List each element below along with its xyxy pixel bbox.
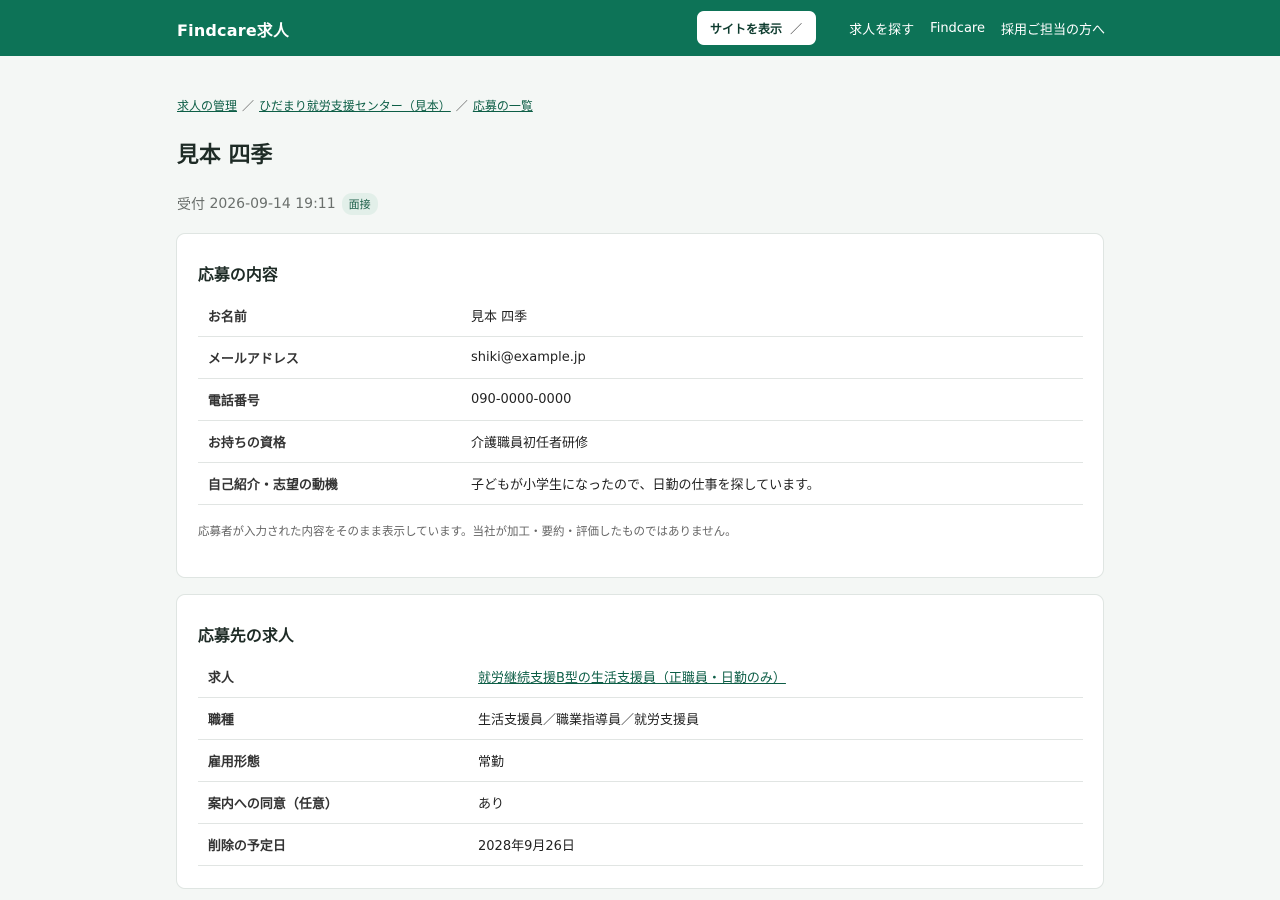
table-row: 自己紹介・志望の動機 子どもが小学生になったので、日勤の仕事を探しています。 (198, 463, 1083, 505)
row-label: 求人 (208, 671, 235, 686)
table-row: 職種 生活支援員／職業指導員／就労支援員 (198, 698, 1083, 740)
application-details-card: 応募の内容 お名前 見本 四季 メールアドレス shiki@example.jp… (176, 233, 1104, 578)
row-label: お持ちの資格 (208, 436, 287, 451)
table-row: お持ちの資格 介護職員初任者研修 (198, 421, 1083, 463)
row-value: 090-0000-0000 (471, 392, 572, 407)
section-title: 応募先の求人 (198, 626, 295, 645)
row-label: 雇用形態 (208, 755, 261, 770)
nav-findcare[interactable]: Findcare (930, 21, 985, 36)
breadcrumb-facility[interactable]: ひだまり就労支援センター（見本） (259, 99, 451, 113)
breadcrumb-job-management[interactable]: 求人の管理 (177, 99, 237, 113)
status-badge: 面接 (341, 193, 378, 215)
row-value: あり (478, 797, 505, 812)
row-value: 生活支援員／職業指導員／就労支援員 (478, 713, 700, 728)
application-details-table: お名前 見本 四季 メールアドレス shiki@example.jp 電話番号 … (198, 295, 1083, 505)
received-meta: 受付 2026-09-14 19:11 面接 (177, 193, 378, 215)
breadcrumb-separator: ／ (455, 99, 468, 113)
view-site-label: サイトを表示 (710, 21, 783, 36)
row-value: shiki@example.jp (471, 350, 586, 365)
view-site-button[interactable]: サイトを表示 ／ (697, 11, 817, 45)
table-row: 削除の予定日 2028年9月26日 (198, 824, 1083, 866)
breadcrumb-separator: ／ (242, 99, 255, 113)
row-value: 介護職員初任者研修 (471, 436, 589, 451)
table-row: 求人 就労継続支援B型の生活支援員（正職員・日勤のみ） (198, 656, 1083, 698)
row-value: 子どもが小学生になったので、日勤の仕事を探しています。 (471, 478, 820, 493)
top-navbar: Findcare求人 サイトを表示 ／ 求人を探す Findcare 採用ご担当… (0, 0, 1280, 56)
nav-for-employers[interactable]: 採用ご担当の方へ (1001, 19, 1105, 38)
nav-find-jobs[interactable]: 求人を探す (849, 19, 914, 38)
row-label: 案内への同意（任意） (208, 797, 339, 812)
table-row: 案内への同意（任意） あり (198, 782, 1083, 824)
row-value: 見本 四季 (471, 310, 528, 325)
row-label: 削除の予定日 (208, 839, 287, 854)
table-row: 電話番号 090-0000-0000 (198, 379, 1083, 421)
row-value: 2028年9月26日 (478, 839, 575, 854)
applied-job-table: 求人 就労継続支援B型の生活支援員（正職員・日勤のみ） 職種 生活支援員／職業指… (198, 656, 1083, 866)
received-timestamp: 2026-09-14 19:11 (209, 196, 336, 212)
table-row: 雇用形態 常勤 (198, 740, 1083, 782)
row-value: 常勤 (478, 755, 505, 770)
page-title: 見本 四季 (177, 143, 273, 168)
top-nav: サイトを表示 ／ 求人を探す Findcare 採用ご担当の方へ (697, 11, 1105, 45)
row-label: お名前 (208, 310, 248, 325)
external-slash-icon: ／ (790, 21, 803, 36)
row-label: 自己紹介・志望の動機 (208, 478, 339, 493)
breadcrumb-applications-list[interactable]: 応募の一覧 (473, 99, 533, 113)
row-label: 電話番号 (208, 394, 261, 409)
row-label: メールアドレス (208, 352, 300, 367)
brand-logo[interactable]: Findcare求人 (177, 17, 289, 41)
row-label: 職種 (208, 713, 235, 728)
applied-job-card: 応募先の求人 求人 就労継続支援B型の生活支援員（正職員・日勤のみ） 職種 生活… (176, 594, 1104, 889)
table-row: お名前 見本 四季 (198, 295, 1083, 337)
disclaimer-note: 応募者が入力された内容をそのまま表示しています。当社が加工・要約・評価したもので… (198, 524, 737, 538)
job-posting-link[interactable]: 就労継続支援B型の生活支援員（正職員・日勤のみ） (478, 671, 786, 686)
section-title: 応募の内容 (198, 265, 279, 284)
table-row: メールアドレス shiki@example.jp (198, 337, 1083, 379)
breadcrumb: 求人の管理 ／ ひだまり就労支援センター（見本） ／ 応募の一覧 (177, 97, 533, 114)
received-label: 受付 (177, 197, 205, 213)
